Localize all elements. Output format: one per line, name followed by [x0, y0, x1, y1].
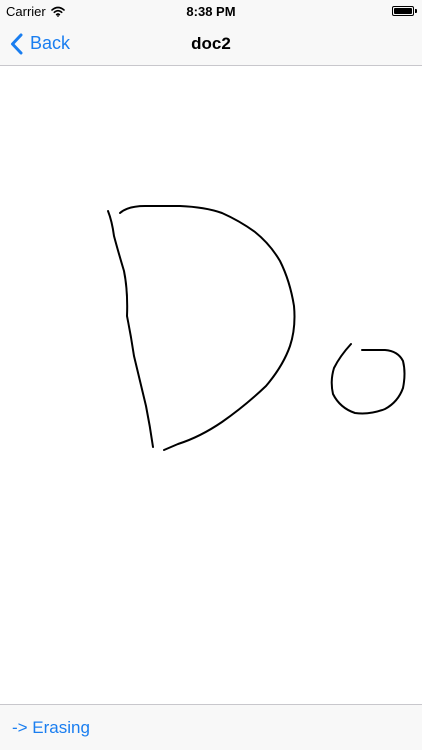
navigation-bar: Back doc2 [0, 22, 422, 66]
battery-level [394, 8, 412, 14]
drawing-surface[interactable] [0, 66, 422, 704]
app-screen: Carrier 8:38 PM Back doc2 -> Erasing [0, 0, 422, 750]
chevron-left-icon [11, 33, 23, 54]
battery-icon [392, 6, 414, 16]
status-bar: Carrier 8:38 PM [0, 0, 422, 22]
status-time: 8:38 PM [186, 4, 236, 19]
drawing-canvas[interactable] [0, 66, 422, 704]
ink-stroke [119, 205, 296, 451]
back-button-label: Back [30, 33, 71, 53]
ink-stroke [330, 343, 406, 415]
ink-stroke [107, 210, 154, 448]
back-button[interactable]: Back [10, 22, 70, 65]
bottom-toolbar: -> Erasing [0, 704, 422, 750]
erase-mode-button[interactable]: -> Erasing [12, 705, 90, 750]
battery-tip [415, 9, 417, 13]
